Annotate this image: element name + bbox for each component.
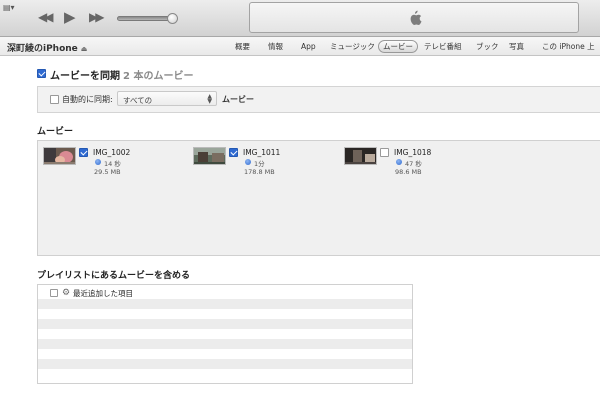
tab-bar: 概要 情報 App ミュージック ムービー テレビ番組 ブック 写真 この iP… <box>232 40 600 53</box>
list-row-empty <box>38 339 412 349</box>
previous-icon[interactable]: ◀◀ <box>38 10 54 24</box>
eject-icon[interactable]: ⏏ <box>81 45 88 53</box>
auto-sync-panel: 自動的に同期: すべての ▲ ▼ ムービー <box>37 86 600 113</box>
status-display <box>249 2 579 33</box>
list-row-empty <box>38 369 412 379</box>
playlist-checkbox[interactable] <box>50 289 58 297</box>
movie-checkbox[interactable] <box>79 148 88 157</box>
movie-size: 98.6 MB <box>395 168 422 176</box>
movie-thumbnail <box>43 147 76 165</box>
tab-books[interactable]: ブック <box>476 40 499 53</box>
list-row-empty <box>38 349 412 359</box>
apple-icon <box>410 10 422 25</box>
auto-sync-label[interactable]: 自動的に同期: <box>62 94 113 105</box>
movies-section-title: ムービー <box>37 127 74 137</box>
tab-apps[interactable]: App <box>301 40 316 53</box>
auto-sync-select[interactable]: すべての ▲ ▼ <box>117 91 217 106</box>
movie-count: 2 本のムービー <box>123 71 194 82</box>
device-name[interactable]: 深町綾のiPhone ⏏ <box>7 41 87 54</box>
sync-movies-label[interactable]: ムービーを同期 <box>50 67 120 82</box>
list-item[interactable]: ⚙ 最近追加した項目 <box>38 285 412 299</box>
movie-title: IMG_1002 <box>93 148 131 157</box>
movie-item: IMG_1018 47 秒 98.6 MB <box>344 147 484 177</box>
movie-size: 29.5 MB <box>94 168 121 176</box>
playlists-list: ⚙ 最近追加した項目 <box>37 284 413 384</box>
tab-on-this-iphone[interactable]: この iPhone 上 <box>542 40 595 53</box>
movie-checkbox[interactable] <box>380 148 389 157</box>
tab-tv-shows[interactable]: テレビ番組 <box>424 40 462 53</box>
unwatched-dot-icon <box>95 159 101 165</box>
unwatched-dot-icon <box>245 159 251 165</box>
tab-summary[interactable]: 概要 <box>235 40 250 53</box>
list-row-empty <box>38 309 412 319</box>
volume-slider[interactable] <box>117 13 179 24</box>
movie-size: 178.8 MB <box>244 168 275 176</box>
list-row-empty <box>38 299 412 309</box>
movies-list: IMG_1002 14 秒 29.5 MB IMG_1011 1分 178.8 … <box>37 140 600 256</box>
movie-item: IMG_1011 1分 178.8 MB <box>193 147 333 177</box>
list-row-empty <box>38 359 412 369</box>
movie-duration: 14 秒 <box>104 160 121 168</box>
movie-checkbox[interactable] <box>229 148 238 157</box>
list-row-empty <box>38 329 412 339</box>
movie-title: IMG_1018 <box>394 148 432 157</box>
list-row-empty <box>38 319 412 329</box>
auto-sync-select-value: すべての <box>123 96 153 105</box>
auto-sync-checkbox[interactable] <box>50 95 59 104</box>
updown-arrows-icon: ▲ ▼ <box>207 93 212 105</box>
menu-icon[interactable]: ▤▾ <box>3 3 17 12</box>
tab-movies[interactable]: ムービー <box>378 40 418 53</box>
tab-info[interactable]: 情報 <box>268 40 283 53</box>
movie-duration: 47 秒 <box>405 160 422 168</box>
player-toolbar: ▤▾ ◀◀ ▶ ▶▶ <box>0 0 600 37</box>
movie-title: IMG_1011 <box>243 148 281 157</box>
movie-duration: 1分 <box>254 160 265 168</box>
tab-photos[interactable]: 写真 <box>509 40 524 53</box>
device-bar: 深町綾のiPhone ⏏ 概要 情報 App ミュージック ムービー テレビ番組 … <box>0 37 600 56</box>
volume-knob[interactable] <box>167 13 179 24</box>
next-icon[interactable]: ▶▶ <box>89 10 105 24</box>
movie-item: IMG_1002 14 秒 29.5 MB <box>43 147 183 177</box>
playlist-label: 最近追加した項目 <box>73 289 133 298</box>
movie-thumbnail <box>344 147 377 165</box>
auto-sync-suffix: ムービー <box>222 95 254 104</box>
gear-icon: ⚙ <box>62 288 71 298</box>
playlists-section-title: プレイリストにあるムービーを含める <box>37 271 191 281</box>
play-icon[interactable]: ▶ <box>64 8 76 26</box>
movie-thumbnail <box>193 147 226 165</box>
tab-music[interactable]: ミュージック <box>330 40 375 53</box>
sync-movies-checkbox[interactable] <box>37 69 46 78</box>
device-name-label: 深町綾のiPhone <box>7 44 78 54</box>
unwatched-dot-icon <box>396 159 402 165</box>
